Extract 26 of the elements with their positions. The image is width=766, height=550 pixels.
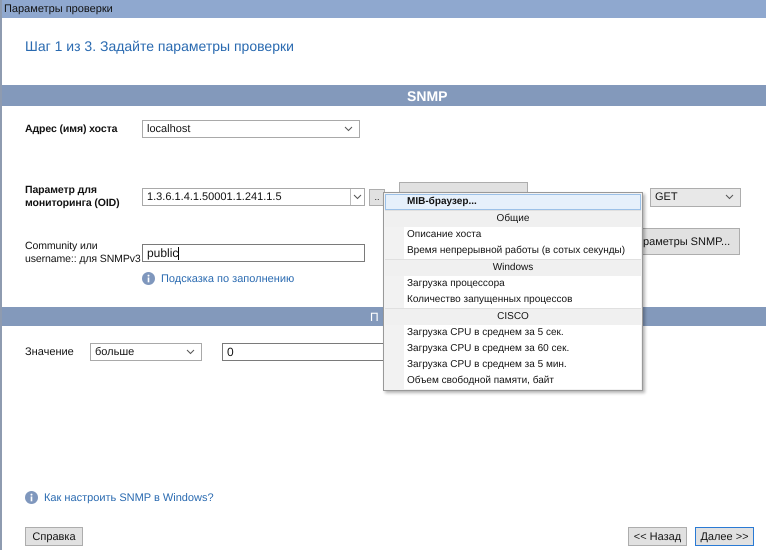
help-link[interactable]: Как настроить SNMP в Windows?: [25, 491, 766, 504]
host-combobox[interactable]: localhost: [142, 120, 360, 138]
chevron-down-icon: [353, 194, 362, 200]
info-icon: [142, 272, 155, 285]
menu-item[interactable]: MIB-браузер...: [385, 194, 641, 210]
chevron-down-icon: [344, 126, 353, 132]
browse-button[interactable]: ..: [369, 188, 385, 206]
step-title: Шаг 1 из 3. Задайте параметры проверки: [25, 38, 295, 56]
window-title: Параметры проверки: [2, 0, 766, 18]
field-label: Адрес (имя) хоста: [25, 122, 118, 136]
community-field[interactable]: public: [142, 244, 365, 262]
field-label: Параметр для мониторинга (OID): [25, 184, 121, 210]
hint-link[interactable]: Подсказка по заполнению: [142, 272, 365, 285]
chevron-down-icon: [186, 349, 195, 355]
snmp-settings-button[interactable]: раметры SNMP...: [642, 228, 740, 255]
field-label: Значение: [25, 346, 75, 358]
field-label: Community или username:: для SNMPv3: [25, 240, 142, 266]
info-icon: [25, 491, 38, 504]
chevron-down-icon: [725, 194, 734, 200]
oid-combobox[interactable]: 1.3.6.1.4.1.50001.1.241.1.5: [142, 188, 365, 206]
next-button[interactable]: Далее >>: [695, 527, 754, 546]
help-button[interactable]: Справка: [25, 527, 83, 546]
operator-combobox[interactable]: больше: [90, 343, 202, 361]
method-combobox[interactable]: GET: [650, 188, 741, 206]
section-header: SNMP: [2, 85, 766, 106]
back-button[interactable]: << Назад: [628, 527, 687, 546]
